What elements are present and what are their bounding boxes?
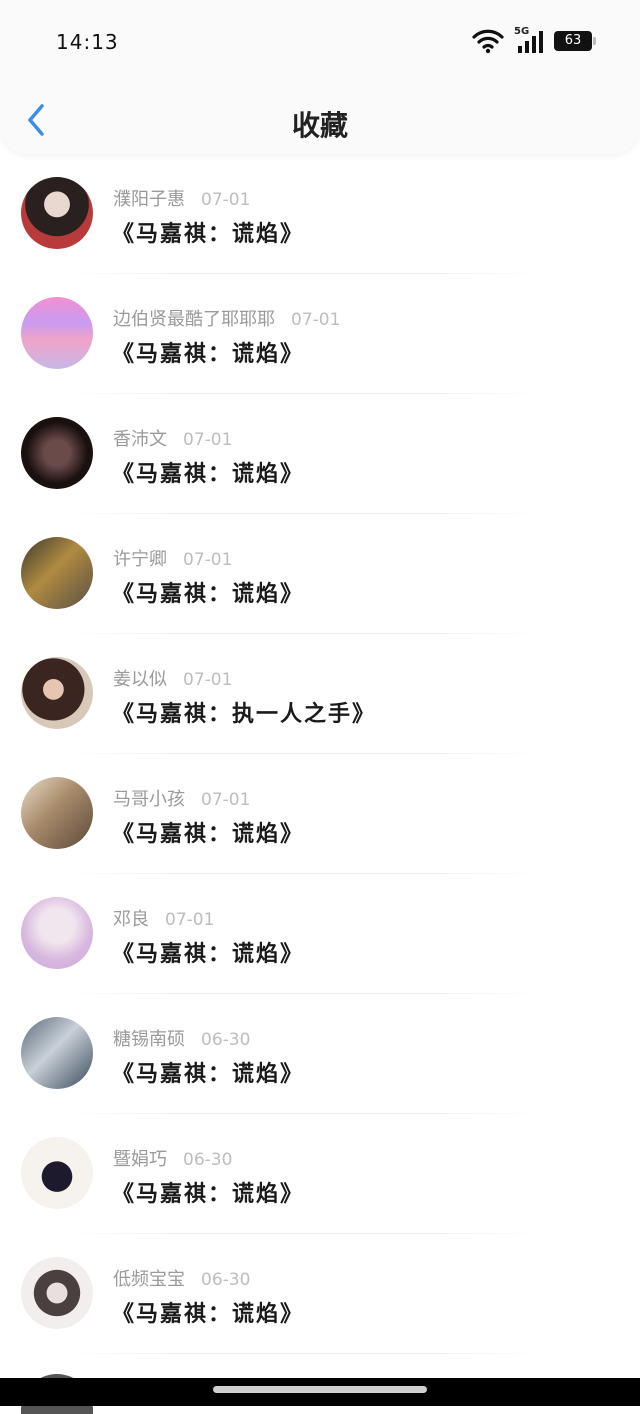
header-bar: 14:13 5G 63 收藏: [0, 0, 640, 154]
avatar[interactable]: [21, 777, 93, 849]
work-title[interactable]: 《马嘉祺：谎焰》: [112, 816, 304, 848]
work-title[interactable]: 《马嘉祺：谎焰》: [112, 1176, 304, 1208]
item-meta: 姜以似 07-01: [113, 665, 232, 691]
favorites-list: 濮阳子惠 07-01 《马嘉祺：谎焰》 边伯贤最酷了耶耶耶 07-01 《马嘉祺：谎…: [0, 154, 640, 1354]
user-name: 糖锡南硕: [113, 1029, 185, 1050]
work-title[interactable]: 《马嘉祺：执一人之手》: [112, 696, 376, 728]
user-name: 暨娟巧: [113, 1149, 167, 1170]
item-date: 07-01: [183, 430, 233, 450]
work-title[interactable]: 《马嘉祺：谎焰》: [112, 1056, 304, 1088]
avatar[interactable]: [21, 897, 93, 969]
avatar[interactable]: [21, 1017, 93, 1089]
list-item[interactable]: 暨娟巧 06-30 《马嘉祺：谎焰》: [0, 1114, 640, 1234]
status-time: 14:13: [56, 30, 119, 54]
battery-level: 63: [564, 33, 582, 48]
item-meta: 低频宝宝 06-30: [113, 1265, 250, 1291]
item-meta: 糖锡南硕 06-30: [113, 1025, 250, 1051]
battery-icon: 63: [554, 31, 596, 51]
work-title[interactable]: 《马嘉祺：谎焰》: [112, 1296, 304, 1328]
item-meta: 马哥小孩 07-01: [113, 785, 250, 811]
avatar[interactable]: [21, 1257, 93, 1329]
user-name: 马哥小孩: [113, 789, 185, 810]
item-date: 06-30: [183, 1150, 233, 1170]
user-name: 濮阳子惠: [113, 189, 185, 210]
work-title[interactable]: 《马嘉祺：谎焰》: [112, 456, 304, 488]
status-icons: 5G 63: [472, 26, 596, 54]
user-name: 香沛文: [113, 429, 167, 450]
user-name: 邓良: [113, 909, 149, 930]
item-date: 07-01: [165, 910, 215, 930]
item-date: 07-01: [183, 670, 233, 690]
avatar[interactable]: [21, 417, 93, 489]
avatar[interactable]: [21, 657, 93, 729]
item-date: 06-30: [201, 1270, 251, 1290]
cellular-signal: 5G: [514, 26, 544, 53]
work-title[interactable]: 《马嘉祺：谎焰》: [112, 336, 304, 368]
signal-bars-icon: [518, 31, 543, 53]
item-date: 07-01: [201, 190, 251, 210]
list-item[interactable]: 边伯贤最酷了耶耶耶 07-01 《马嘉祺：谎焰》: [0, 274, 640, 394]
page-title: 收藏: [291, 109, 348, 142]
home-indicator[interactable]: [213, 1386, 427, 1393]
user-name: 低频宝宝: [113, 1269, 185, 1290]
item-meta: 香沛文 07-01: [113, 425, 232, 451]
work-title[interactable]: 《马嘉祺：谎焰》: [112, 936, 304, 968]
user-name: 姜以似: [113, 669, 167, 690]
item-meta: 许宁卿 07-01: [113, 545, 232, 571]
work-title[interactable]: 《马嘉祺：谎焰》: [112, 216, 304, 248]
item-date: 07-01: [201, 790, 251, 810]
item-date: 06-30: [201, 1030, 251, 1050]
user-name: 边伯贤最酷了耶耶耶: [113, 309, 275, 330]
avatar[interactable]: [21, 297, 93, 369]
system-navigation-bar: [0, 1378, 640, 1406]
avatar[interactable]: [21, 537, 93, 609]
item-meta: 濮阳子惠 07-01: [113, 185, 250, 211]
list-item[interactable]: 许宁卿 07-01 《马嘉祺：谎焰》: [0, 514, 640, 634]
user-name: 许宁卿: [113, 549, 167, 570]
item-meta: 暨娟巧 06-30: [113, 1145, 232, 1171]
item-meta: 邓良 07-01: [113, 905, 214, 931]
wifi-icon: [472, 29, 504, 54]
list-item[interactable]: 马哥小孩 07-01 《马嘉祺：谎焰》: [0, 754, 640, 874]
item-meta: 边伯贤最酷了耶耶耶 07-01: [113, 305, 340, 331]
avatar[interactable]: [21, 1137, 93, 1209]
list-item[interactable]: 糖锡南硕 06-30 《马嘉祺：谎焰》: [0, 994, 640, 1114]
divider: [60, 1353, 550, 1354]
list-item[interactable]: 姜以似 07-01 《马嘉祺：执一人之手》: [0, 634, 640, 754]
work-title[interactable]: 《马嘉祺：谎焰》: [112, 576, 304, 608]
item-date: 07-01: [291, 310, 341, 330]
list-item[interactable]: 濮阳子惠 07-01 《马嘉祺：谎焰》: [0, 154, 640, 274]
item-date: 07-01: [183, 550, 233, 570]
list-item[interactable]: 低频宝宝 06-30 《马嘉祺：谎焰》: [0, 1234, 640, 1354]
list-item[interactable]: 香沛文 07-01 《马嘉祺：谎焰》: [0, 394, 640, 514]
list-item[interactable]: 邓良 07-01 《马嘉祺：谎焰》: [0, 874, 640, 994]
avatar[interactable]: [21, 177, 93, 249]
